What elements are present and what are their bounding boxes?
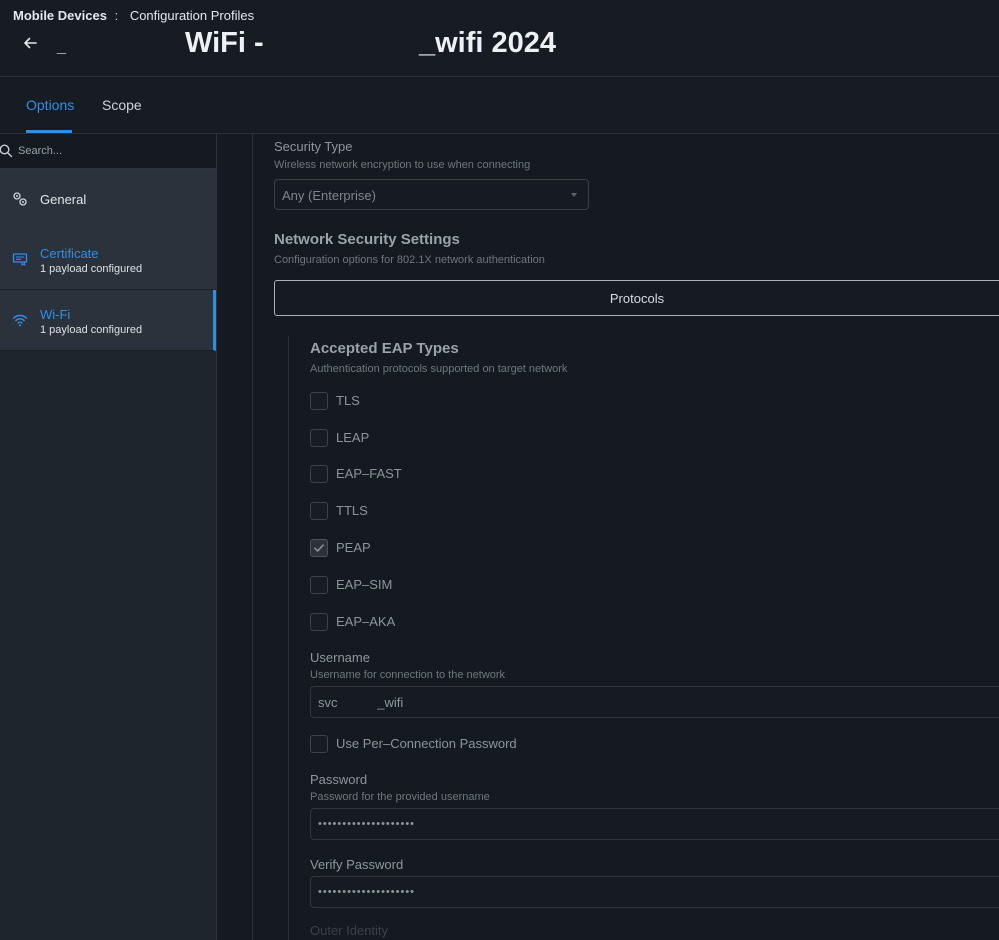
eap-types-title: Accepted EAP Types xyxy=(310,340,459,357)
outer-divider xyxy=(252,134,253,940)
checkbox-box[interactable] xyxy=(310,613,328,631)
checkbox-label: EAP–SIM xyxy=(336,577,393,592)
checkbox-box[interactable] xyxy=(310,576,328,594)
network-security-description: Configuration options for 802.1X network… xyxy=(274,254,545,266)
certificate-icon xyxy=(12,253,28,267)
outer-identity-label: Outer Identity xyxy=(310,923,389,938)
checkbox-box[interactable] xyxy=(310,392,328,410)
breadcrumb-separator: : xyxy=(114,8,119,23)
username-label: Username xyxy=(310,650,370,665)
username-description: Username for connection to the network xyxy=(310,669,506,681)
username-input[interactable] xyxy=(310,686,999,718)
checkbox-box[interactable] xyxy=(310,502,328,520)
security-type-value: Any (Enterprise) xyxy=(282,188,376,203)
network-security-title: Network Security Settings xyxy=(274,231,460,248)
per-connection-password-checkbox[interactable]: Use Per–Connection Password xyxy=(310,735,610,755)
tab-scope[interactable]: Scope xyxy=(102,77,142,133)
eap-types-description: Authentication protocols supported on ta… xyxy=(310,363,568,375)
eap-sim-checkbox[interactable]: EAP–SIM xyxy=(310,576,610,596)
checkbox-label: Use Per–Connection Password xyxy=(336,736,517,751)
verify-password-input[interactable] xyxy=(310,876,999,908)
breadcrumb: Mobile Devices : Configuration Profiles xyxy=(13,8,254,23)
eap-leap-checkbox[interactable]: LEAP xyxy=(310,429,610,449)
password-description: Password for the provided username xyxy=(310,791,490,803)
checkbox-box[interactable] xyxy=(310,735,328,753)
password-label: Password xyxy=(310,772,368,787)
arrow-left-icon xyxy=(24,37,37,49)
checkbox-label: PEAP xyxy=(336,540,371,555)
app-window: Mobile Devices : Configuration Profiles … xyxy=(0,0,999,940)
checkbox-box[interactable] xyxy=(310,429,328,447)
security-type-select[interactable]: Any (Enterprise) xyxy=(274,179,589,210)
back-button[interactable] xyxy=(18,31,42,55)
page-title-suffix: _wifi 2024 xyxy=(419,27,557,59)
security-type-description: Wireless network encryption to use when … xyxy=(274,159,531,171)
checkbox-label: TLS xyxy=(336,393,360,408)
protocols-tab-label: Protocols xyxy=(609,290,665,306)
breadcrumb-root[interactable]: Mobile Devices xyxy=(13,8,107,23)
page-header: Mobile Devices : Configuration Profiles … xyxy=(0,0,999,77)
eap-peap-checkbox[interactable]: PEAP xyxy=(310,539,610,559)
sidebar-item-label: Certificate xyxy=(40,246,99,261)
eap-fast-checkbox[interactable]: EAP–FAST xyxy=(310,465,610,485)
wifi-icon xyxy=(12,314,28,327)
checkbox-box[interactable] xyxy=(310,539,328,557)
sidebar-item-wifi[interactable]: Wi-Fi 1 payload configured xyxy=(0,290,216,351)
sidebar-item-label: Wi-Fi xyxy=(40,307,71,322)
security-type-label: Security Type xyxy=(274,139,353,154)
checkbox-label: EAP–AKA xyxy=(336,614,396,629)
search-icon xyxy=(0,144,13,158)
tab-bar: Options Scope xyxy=(0,77,999,134)
checkbox-box[interactable] xyxy=(310,465,328,483)
sidebar: General Certificate 1 payload configured… xyxy=(0,134,217,940)
sidebar-item-sublabel: 1 payload configured xyxy=(40,263,143,275)
caret-down-icon xyxy=(571,193,577,197)
tab-options[interactable]: Options xyxy=(26,77,74,133)
sidebar-item-sublabel: 1 payload configured xyxy=(40,324,143,336)
gear-pair-icon xyxy=(13,192,27,206)
checkbox-label: EAP–FAST xyxy=(336,466,402,481)
sidebar-item-label: General xyxy=(40,192,87,207)
verify-password-label: Verify Password xyxy=(310,857,404,872)
main-content: Security Type Wireless network encryptio… xyxy=(217,134,999,940)
page-title: WiFi - xyxy=(185,27,264,59)
sidebar-item-general[interactable]: General xyxy=(0,169,216,230)
checkbox-label: LEAP xyxy=(336,430,370,445)
sidebar-item-certificate[interactable]: Certificate 1 payload configured xyxy=(0,229,216,290)
checkbox-label: TTLS xyxy=(336,503,368,518)
protocols-tab[interactable]: Protocols xyxy=(274,280,999,316)
checkmark-icon xyxy=(314,544,324,552)
eap-ttls-checkbox[interactable]: TTLS xyxy=(310,502,610,522)
nested-divider xyxy=(288,336,289,940)
sidebar-search xyxy=(0,134,216,169)
breadcrumb-current[interactable]: Configuration Profiles xyxy=(130,8,254,23)
password-input[interactable] xyxy=(310,808,999,840)
eap-aka-checkbox[interactable]: EAP–AKA xyxy=(310,613,610,633)
profile-owner-prefix: _ xyxy=(57,38,66,55)
search-input[interactable] xyxy=(18,134,208,168)
eap-tls-checkbox[interactable]: TLS xyxy=(310,392,610,412)
